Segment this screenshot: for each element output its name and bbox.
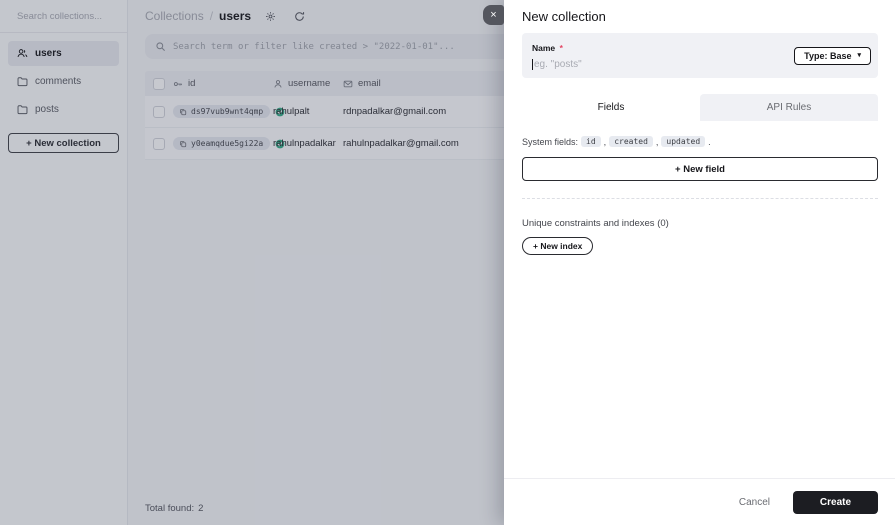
dashed-divider <box>522 198 878 199</box>
drawer-title: New collection <box>522 9 606 24</box>
new-field-button[interactable]: + New field <box>522 157 878 181</box>
name-field-label: Name <box>532 43 556 53</box>
tab-fields[interactable]: Fields <box>522 94 700 121</box>
system-field-badge: id <box>581 136 601 147</box>
system-fields-prefix: System fields: <box>522 136 579 147</box>
required-asterisk: * <box>559 43 563 53</box>
fields-tab-panel: System fields: id , created , updated . … <box>504 121 895 255</box>
collection-type-dropdown[interactable]: Type: Base ▾ <box>794 46 871 65</box>
drawer-footer: Cancel Create <box>504 478 895 525</box>
system-fields-note: System fields: id , created , updated . <box>522 136 878 147</box>
separator: , <box>655 136 659 147</box>
cancel-button[interactable]: Cancel <box>739 497 770 508</box>
system-field-badge: updated <box>661 136 706 147</box>
system-field-badge: created <box>609 136 653 147</box>
close-icon[interactable]: × <box>483 5 504 25</box>
separator: , <box>603 136 607 147</box>
drawer-tabs: Fields API Rules <box>522 94 878 121</box>
new-collection-drawer: × New collection Name * Type: Base ▾ Fie… <box>483 0 895 525</box>
new-index-button[interactable]: + New index <box>522 237 594 255</box>
tab-api-rules[interactable]: API Rules <box>700 94 878 121</box>
collection-type-label: Type: Base <box>804 50 852 61</box>
sentence-period: . <box>708 136 711 147</box>
collection-name-input[interactable] <box>533 59 733 70</box>
indexes-heading: Unique constraints and indexes (0) <box>522 218 669 229</box>
create-button[interactable]: Create <box>793 490 878 514</box>
app-window: users comments posts + New collection Co… <box>0 0 895 525</box>
chevron-down-icon: ▾ <box>857 52 861 59</box>
name-field-group: Name * Type: Base ▾ <box>522 33 878 78</box>
